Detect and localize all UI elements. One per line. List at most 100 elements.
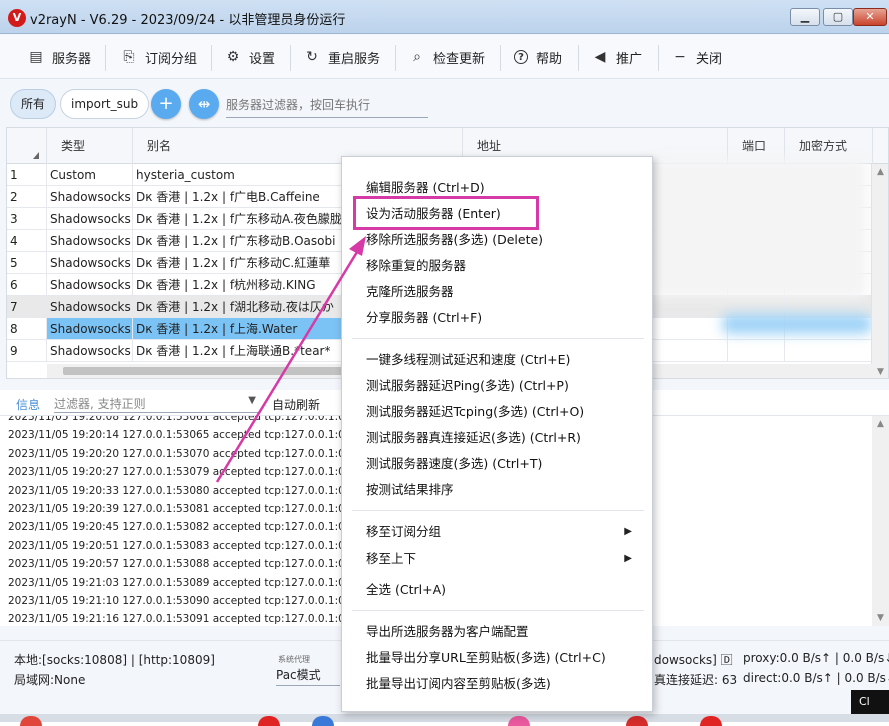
- tooltip-fragment: Cl: [851, 690, 889, 714]
- row-number: 6: [7, 274, 47, 296]
- server-type-cell: Shadowsocks: [47, 252, 133, 274]
- active-server-text: dowsocks] 🄳: [654, 653, 733, 667]
- menu-item-export-client-config[interactable]: 导出所选服务器为客户端配置: [342, 619, 654, 645]
- menu-separator: [352, 338, 644, 339]
- sort-triangle-icon: [33, 152, 39, 159]
- maximize-button[interactable]: ▢: [823, 8, 853, 26]
- menu-item-export-subscription[interactable]: 批量导出订阅内容至剪贴板(多选): [342, 671, 654, 697]
- menu-item-sort-by-result[interactable]: 按测试结果排序: [342, 477, 654, 503]
- toolbar-divider: [500, 45, 501, 71]
- redacted-area: [647, 158, 867, 298]
- speaker-icon: ◀: [594, 49, 606, 65]
- menu-item-move-to-group[interactable]: 移至订阅分组 ▶: [342, 519, 654, 545]
- restart-service-label: 重启服务: [328, 51, 381, 67]
- server-type-cell: Shadowsocks: [47, 274, 133, 296]
- auto-refresh-toggle[interactable]: 自动刷新: [272, 396, 320, 413]
- group-chip-all[interactable]: 所有: [10, 89, 57, 119]
- toolbar-divider: [578, 45, 579, 71]
- servers-label: 服务器: [52, 51, 92, 67]
- close-app-label: 关闭: [696, 51, 723, 67]
- row-number: 4: [7, 230, 47, 252]
- subscription-group-button[interactable]: ⎘ 订阅分组: [121, 44, 197, 70]
- servers-icon: ▤: [29, 49, 43, 65]
- taskbar: [0, 714, 889, 722]
- menu-item-test-ping[interactable]: 测试服务器延迟Ping(多选) (Ctrl+P): [342, 373, 654, 399]
- server-port-cell: [728, 340, 785, 362]
- subscription-icon: ⎘: [123, 49, 135, 65]
- menu-item-test-speed[interactable]: 测试服务器速度(多选) (Ctrl+T): [342, 451, 654, 477]
- menu-item-move-up-down[interactable]: 移至上下 ▶: [342, 546, 654, 572]
- server-type-cell: Shadowsocks: [47, 340, 133, 362]
- restart-service-button[interactable]: ↻ 重启服务: [304, 44, 380, 70]
- server-type-cell: Custom: [47, 164, 133, 186]
- move-to-group-label: 移至订阅分组: [366, 524, 442, 539]
- restart-icon: ↻: [306, 49, 318, 65]
- group-split-button[interactable]: ⇹: [189, 89, 219, 119]
- log-tab-info[interactable]: 信息: [16, 396, 40, 413]
- row-number: 1: [7, 164, 47, 186]
- toolbar-divider: [211, 45, 212, 71]
- minus-icon: −: [674, 49, 686, 65]
- proxy-mode-select[interactable]: Pac模式: [276, 664, 340, 686]
- toolbar-divider: [290, 45, 291, 71]
- menu-item-multi-test[interactable]: 一键多线程测试延迟和速度 (Ctrl+E): [342, 347, 654, 373]
- scroll-up-icon[interactable]: ▲: [872, 416, 889, 432]
- row-number: 7: [7, 296, 47, 318]
- menu-item-clone-server[interactable]: 克隆所选服务器: [342, 279, 654, 305]
- row-header-corner: [7, 128, 47, 164]
- help-button[interactable]: ? 帮助: [514, 44, 562, 70]
- server-type-cell: Shadowsocks: [47, 230, 133, 252]
- row-number: 5: [7, 252, 47, 274]
- menu-item-select-all[interactable]: 全选 (Ctrl+A): [342, 577, 654, 603]
- close-window-button[interactable]: ✕: [853, 8, 887, 26]
- row-number: 8: [7, 318, 47, 340]
- menu-item-export-share-url[interactable]: 批量导出分享URL至剪贴板(多选) (Ctrl+C): [342, 645, 654, 671]
- row-number: 2: [7, 186, 47, 208]
- column-header-type[interactable]: 类型: [47, 128, 133, 164]
- move-up-down-label: 移至上下: [366, 551, 417, 566]
- scroll-down-icon[interactable]: ▼: [872, 364, 888, 378]
- group-filter-bar: 所有 import_sub + ⇹: [0, 80, 889, 126]
- menu-item-share-server[interactable]: 分享服务器 (Ctrl+F): [342, 305, 654, 331]
- direct-speed-text: direct:0.0 B/s↑ | 0.0 B/s↓: [743, 671, 889, 685]
- promote-button[interactable]: ◀ 推广: [592, 44, 642, 70]
- server-filter-input[interactable]: [226, 92, 428, 118]
- settings-button[interactable]: ⚙ 设置: [225, 44, 275, 70]
- log-filter-input[interactable]: 过滤器, 支持正则 ▼: [54, 395, 258, 413]
- chevron-down-icon[interactable]: ▼: [248, 395, 256, 406]
- scroll-down-icon[interactable]: ▼: [872, 610, 889, 626]
- plus-icon: +: [158, 93, 174, 114]
- proxy-mode-value: Pac模式: [276, 668, 321, 682]
- context-menu: 编辑服务器 (Ctrl+D) 设为活动服务器 (Enter) 移除所选服务器(多…: [341, 156, 653, 712]
- row-number: 9: [7, 340, 47, 362]
- menu-item-test-tcping[interactable]: 测试服务器延迟Tcping(多选) (Ctrl+O): [342, 399, 654, 425]
- menu-item-remove-servers[interactable]: 移除所选服务器(多选) (Delete): [342, 227, 654, 253]
- proxy-speed-text: proxy:0.0 B/s↑ | 0.0 B/s↓: [743, 651, 889, 665]
- servers-button[interactable]: ▤ 服务器: [28, 44, 91, 70]
- minimize-button[interactable]: ▁: [790, 8, 820, 26]
- hscroll-thumb[interactable]: [63, 367, 353, 375]
- check-update-button[interactable]: ⌕ 检查更新: [409, 44, 485, 70]
- server-type-cell: Shadowsocks: [47, 186, 133, 208]
- help-icon: ?: [514, 50, 528, 64]
- check-update-label: 检查更新: [433, 51, 486, 67]
- server-type-cell: Shadowsocks: [47, 208, 133, 230]
- log-scrollbar[interactable]: ▲ ▼: [872, 416, 889, 626]
- add-group-button[interactable]: +: [151, 89, 181, 119]
- app-window: V v2rayN - V6.29 - 2023/09/24 - 以非管理员身份运…: [0, 0, 889, 726]
- promote-label: 推广: [616, 51, 643, 67]
- search-icon: ⌕: [413, 49, 421, 65]
- group-chip-import-sub[interactable]: import_sub: [60, 89, 150, 119]
- toolbar-divider: [395, 45, 396, 71]
- close-app-button[interactable]: − 关闭: [672, 44, 722, 70]
- server-list-scrollbar[interactable]: ▲ ▼: [871, 164, 888, 378]
- menu-item-test-real-delay[interactable]: 测试服务器真连接延迟(多选) (Ctrl+R): [342, 425, 654, 451]
- log-filter-placeholder: 过滤器, 支持正则: [54, 397, 146, 411]
- lan-text: 局域网:None: [14, 673, 86, 687]
- server-type-cell: Shadowsocks: [47, 318, 133, 340]
- submenu-arrow-icon: ▶: [624, 526, 632, 537]
- row-number: 3: [7, 208, 47, 230]
- scroll-up-icon[interactable]: ▲: [872, 164, 888, 180]
- server-cipher-cell: [785, 340, 873, 362]
- menu-item-remove-duplicates[interactable]: 移除重复的服务器: [342, 253, 654, 279]
